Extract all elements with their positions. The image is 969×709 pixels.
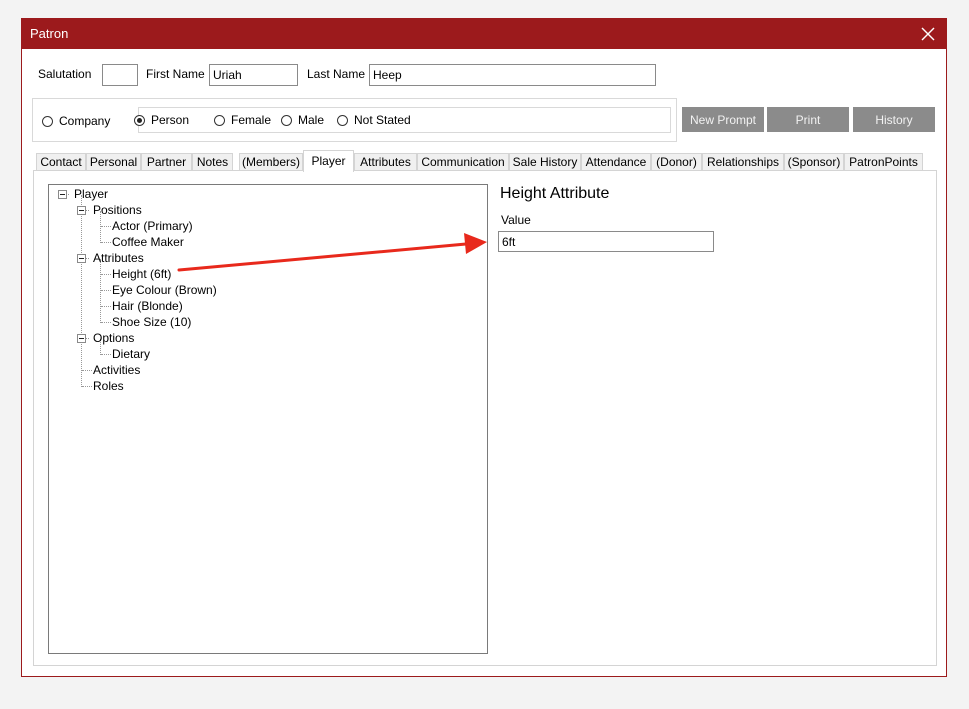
tab-player[interactable]: Player (303, 150, 354, 172)
annotation-arrow-icon (177, 233, 487, 272)
